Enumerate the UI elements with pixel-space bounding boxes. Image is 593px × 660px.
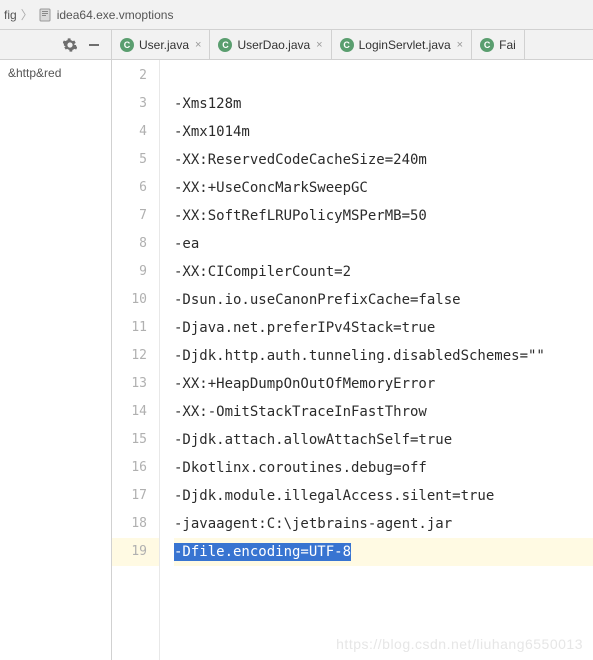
code-line[interactable]: -Djdk.attach.allowAttachSelf=true — [174, 426, 593, 454]
class-icon: C — [120, 38, 134, 52]
line-number: 9 — [112, 258, 159, 286]
code-line[interactable]: -XX:ReservedCodeCacheSize=240m — [174, 146, 593, 174]
code-line[interactable]: -javaagent:C:\jetbrains-agent.jar — [174, 510, 593, 538]
close-icon[interactable]: × — [457, 39, 463, 51]
class-icon: C — [218, 38, 232, 52]
line-number: 12 — [112, 342, 159, 370]
breadcrumb-parent[interactable]: fig — [4, 8, 17, 22]
breadcrumb-separator: 〉 — [21, 6, 33, 23]
tab-label: Fai — [499, 38, 516, 52]
line-number: 2 — [112, 62, 159, 90]
line-number: 8 — [112, 230, 159, 258]
line-number: 14 — [112, 398, 159, 426]
line-gutter: 2345678910111213141516171819 — [112, 60, 160, 660]
code-line[interactable]: -Dsun.io.useCanonPrefixCache=false — [174, 286, 593, 314]
code-line[interactable]: -Dkotlinx.coroutines.debug=off — [174, 454, 593, 482]
code-line[interactable]: -XX:SoftRefLRUPolicyMSPerMB=50 — [174, 202, 593, 230]
selected-text[interactable]: -Dfile.encoding=UTF-8 — [174, 543, 351, 561]
sidebar-item-http[interactable]: &http&red — [0, 60, 111, 87]
line-number: 19 — [112, 538, 159, 566]
code-line[interactable]: -Xmx1014m — [174, 118, 593, 146]
code-line[interactable]: -Djdk.http.auth.tunneling.disabledScheme… — [174, 342, 593, 370]
code-line[interactable]: -Djdk.module.illegalAccess.silent=true — [174, 482, 593, 510]
line-number: 18 — [112, 510, 159, 538]
tab-loginservlet-java[interactable]: C LoginServlet.java × — [332, 30, 473, 59]
code-line[interactable]: -XX:-OmitStackTraceInFastThrow — [174, 398, 593, 426]
line-number: 13 — [112, 370, 159, 398]
tab-label: LoginServlet.java — [359, 38, 451, 52]
tab-bar: C User.java × C UserDao.java × C LoginServlet.j… — [112, 30, 593, 60]
left-panel: &http&red — [0, 30, 112, 660]
editor-body[interactable]: 2345678910111213141516171819 -Xms128m-Xm… — [112, 60, 593, 660]
code-line[interactable] — [174, 62, 593, 90]
breadcrumb-file[interactable]: idea64.exe.vmoptions — [57, 8, 174, 22]
editor-area: C User.java × C UserDao.java × C LoginServlet.j… — [112, 30, 593, 660]
close-icon[interactable]: × — [195, 39, 201, 51]
code-line[interactable]: -Xms128m — [174, 90, 593, 118]
minimize-icon[interactable] — [83, 34, 105, 56]
gear-icon[interactable] — [59, 34, 81, 56]
close-icon[interactable]: × — [316, 39, 322, 51]
class-icon: C — [480, 38, 494, 52]
tab-user-java[interactable]: C User.java × — [112, 30, 210, 59]
line-number: 3 — [112, 90, 159, 118]
line-number: 6 — [112, 174, 159, 202]
code-line[interactable]: -XX:+UseConcMarkSweepGC — [174, 174, 593, 202]
code-line[interactable]: -XX:CICompilerCount=2 — [174, 258, 593, 286]
code-line[interactable]: -ea — [174, 230, 593, 258]
line-number: 10 — [112, 286, 159, 314]
code-line[interactable]: -Dfile.encoding=UTF-8 — [174, 538, 593, 566]
left-toolbar — [0, 30, 111, 60]
line-number: 5 — [112, 146, 159, 174]
code-line[interactable]: -XX:+HeapDumpOnOutOfMemoryError — [174, 370, 593, 398]
line-number: 4 — [112, 118, 159, 146]
code-line[interactable]: -Djava.net.preferIPv4Stack=true — [174, 314, 593, 342]
class-icon: C — [340, 38, 354, 52]
line-number: 16 — [112, 454, 159, 482]
tab-label: User.java — [139, 38, 189, 52]
line-number: 11 — [112, 314, 159, 342]
file-icon — [37, 7, 53, 23]
tab-userdao-java[interactable]: C UserDao.java × — [210, 30, 331, 59]
code-content[interactable]: -Xms128m-Xmx1014m-XX:ReservedCodeCacheSi… — [160, 60, 593, 660]
breadcrumb: fig 〉 idea64.exe.vmoptions — [0, 0, 593, 30]
line-number: 7 — [112, 202, 159, 230]
line-number: 17 — [112, 482, 159, 510]
tab-label: UserDao.java — [237, 38, 310, 52]
tab-fai[interactable]: C Fai — [472, 30, 525, 59]
line-number: 15 — [112, 426, 159, 454]
